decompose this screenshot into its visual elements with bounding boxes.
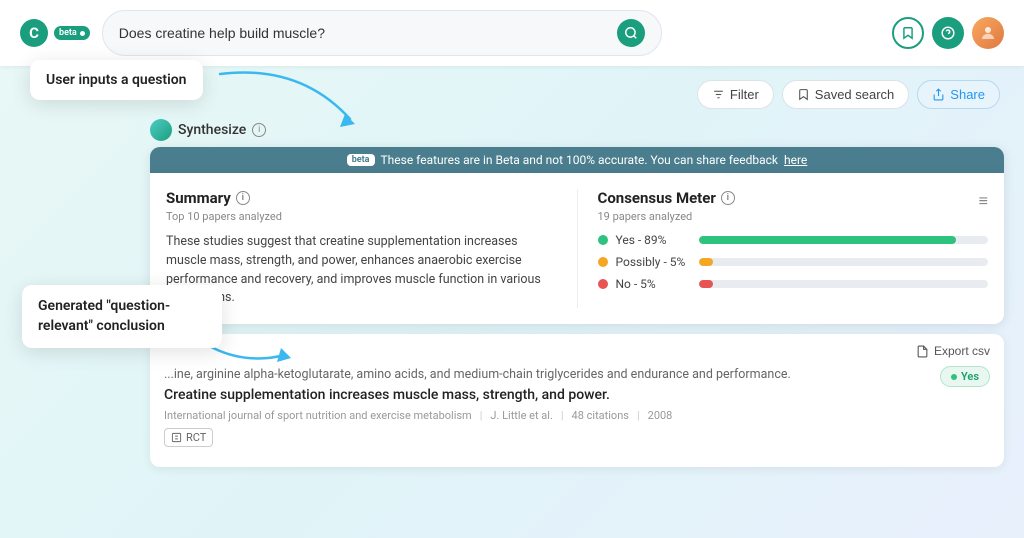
consensus-row-possibly: Possibly - 5%	[598, 255, 989, 269]
filter-icon	[712, 88, 725, 101]
search-input[interactable]	[119, 25, 609, 41]
share-icon	[932, 88, 945, 101]
synthesize-icon	[150, 119, 172, 141]
bookmark-icon-small	[797, 88, 810, 101]
no-bar-bg	[699, 280, 989, 288]
avatar-icon	[979, 24, 997, 42]
navbar: C beta	[0, 0, 1024, 66]
summary-title: Summary i	[166, 189, 557, 207]
info-icon-summary[interactable]: i	[236, 191, 250, 205]
citations: 48 citations	[572, 409, 629, 422]
saved-search-label: Saved search	[815, 87, 895, 102]
search-icon	[624, 26, 638, 40]
filter-button[interactable]: Filter	[697, 80, 774, 109]
yes-dot	[598, 235, 608, 245]
no-label: No - 5%	[616, 277, 691, 291]
feedback-link[interactable]: here	[784, 153, 807, 167]
possibly-label: Possibly - 5%	[616, 255, 691, 269]
export-label: Export csv	[934, 344, 990, 358]
consensus-row-yes: Yes - 89%	[598, 233, 989, 247]
beta-banner: beta These features are in Beta and not …	[150, 147, 1004, 173]
bookmark-icon	[901, 26, 915, 40]
logo-icon: C	[20, 19, 48, 47]
yes-badge: Yes	[940, 366, 990, 387]
possibly-bar-bg	[699, 258, 989, 266]
filter-label: Filter	[730, 87, 759, 102]
year: 2008	[648, 409, 673, 422]
synthesize-label: Synthesize	[178, 122, 246, 138]
result-item: ...ine, arginine alpha-ketoglutarate, am…	[164, 366, 990, 447]
export-icon	[916, 345, 929, 358]
beta-banner-text: These features are in Beta and not 100% …	[381, 153, 778, 167]
bookmark-button[interactable]	[892, 17, 924, 49]
summary-body: These studies suggest that creatine supp…	[166, 233, 557, 308]
consensus-title: Consensus Meter i	[598, 189, 735, 207]
synthesis-panel: beta These features are in Beta and not …	[150, 147, 1004, 324]
beta-tag: beta	[347, 154, 375, 166]
beta-badge: beta	[54, 26, 90, 40]
search-bar[interactable]	[102, 10, 662, 56]
synthesize-row: Synthesize i	[150, 119, 1004, 141]
info-icon-synthesize[interactable]: i	[252, 123, 266, 137]
summary-subtitle: Top 10 papers analyzed	[166, 210, 557, 223]
cards-container: Summary i Top 10 papers analyzed These s…	[150, 173, 1004, 324]
result-main-text: Creatine supplementation increases muscl…	[164, 387, 990, 403]
results-panel: Export csv ...ine, arginine alpha-ketogl…	[150, 334, 1004, 467]
export-row: Export csv	[164, 344, 990, 358]
avatar[interactable]	[972, 17, 1004, 49]
result-truncated-text: ...ine, arginine alpha-ketoglutarate, am…	[164, 366, 791, 385]
journal-name: International journal of sport nutrition…	[164, 409, 472, 422]
rct-badge: RCT	[164, 428, 213, 447]
yes-label: Yes - 89%	[616, 233, 691, 247]
no-dot	[598, 279, 608, 289]
beta-dot	[80, 31, 85, 36]
consensus-card: Consensus Meter i 19 papers analyzed ≡ Y…	[598, 189, 989, 308]
logo-area: C beta	[20, 19, 90, 47]
yes-bar-fill	[699, 236, 957, 244]
possibly-dot	[598, 257, 608, 267]
search-button[interactable]	[617, 19, 645, 47]
consensus-menu-icon[interactable]: ≡	[979, 191, 988, 211]
saved-search-button[interactable]: Saved search	[782, 80, 910, 109]
possibly-bar-fill	[699, 258, 713, 266]
info-icon-consensus[interactable]: i	[721, 191, 735, 205]
share-label: Share	[950, 87, 985, 102]
author-name: J. Little et al.	[490, 409, 552, 422]
share-button[interactable]: Share	[917, 80, 1000, 109]
yes-badge-dot	[951, 374, 957, 380]
tooltip-conclusion: Generated "question-relevant" conclusion	[22, 285, 222, 348]
help-icon	[941, 26, 955, 40]
rct-icon	[171, 432, 182, 443]
main-content: Filter Saved search Share Synthesize i b…	[0, 66, 1024, 481]
consensus-row-no: No - 5%	[598, 277, 989, 291]
result-row-truncated: ...ine, arginine alpha-ketoglutarate, am…	[164, 366, 990, 387]
consensus-subtitle: 19 papers analyzed	[598, 210, 735, 223]
export-button[interactable]: Export csv	[916, 344, 990, 358]
summary-card: Summary i Top 10 papers analyzed These s…	[166, 189, 578, 308]
result-meta: International journal of sport nutrition…	[164, 409, 990, 422]
nav-icons	[892, 17, 1004, 49]
no-bar-fill	[699, 280, 713, 288]
help-button[interactable]	[932, 17, 964, 49]
tooltip-user-inputs: User inputs a question	[30, 60, 203, 100]
yes-bar-bg	[699, 236, 989, 244]
consensus-header: Consensus Meter i 19 papers analyzed ≡	[598, 189, 989, 233]
